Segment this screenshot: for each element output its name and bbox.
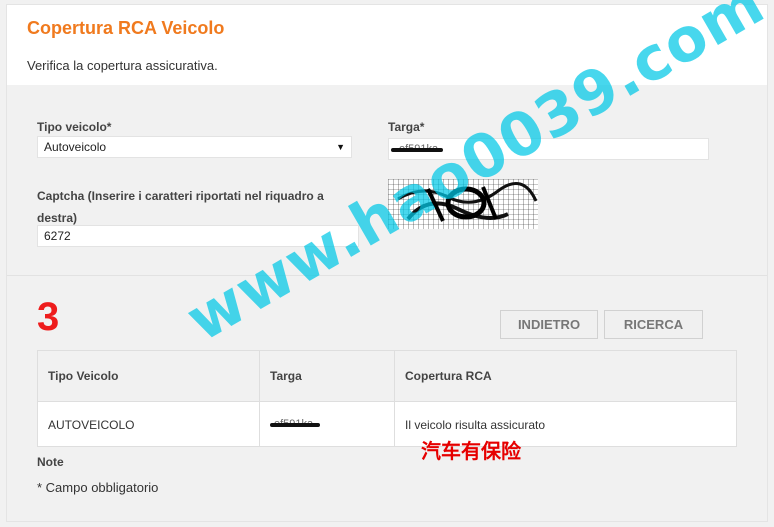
captcha-image — [388, 179, 538, 229]
cell-plate: ef591ka — [270, 418, 330, 432]
back-button[interactable]: INDIETRO — [500, 310, 598, 339]
plate-redaction-mark — [391, 148, 443, 152]
section-separator — [7, 275, 767, 276]
plate-label: Targa* — [388, 120, 425, 134]
captcha-input[interactable]: 6272 — [37, 225, 359, 247]
notes-title: Note — [37, 455, 64, 469]
column-header-vehicle-type: Tipo Veicolo — [48, 369, 119, 383]
cell-coverage: Il veicolo risulta assicurato — [405, 418, 546, 432]
insured-caption-annotation: 汽车有保险 — [421, 441, 521, 463]
search-button[interactable]: RICERCA — [604, 310, 703, 339]
captcha-value: 6272 — [44, 229, 71, 243]
table-header-row — [38, 351, 736, 401]
plate-redaction-mark — [270, 423, 320, 427]
chevron-down-icon: ▼ — [336, 142, 345, 152]
cell-vehicle-type: AUTOVEICOLO — [48, 418, 135, 432]
page-subtitle: Verifica la copertura assicurativa. — [27, 58, 218, 73]
plate-input[interactable]: ef591ka — [388, 138, 709, 160]
column-divider — [394, 351, 395, 446]
page-title: Copertura RCA Veicolo — [27, 18, 225, 38]
table-divider — [38, 401, 736, 402]
column-header-plate: Targa — [270, 369, 302, 383]
column-divider — [259, 351, 260, 446]
step-number-annotation: 3 — [37, 295, 60, 339]
captcha-label: Captcha (Inserire i caratteri riportati … — [37, 189, 324, 225]
vehicle-type-label: Tipo veicolo* — [37, 120, 112, 134]
page-header: Copertura RCA Veicolo Verifica la copert… — [7, 5, 767, 85]
notes-text: * Campo obbligatorio — [37, 480, 159, 495]
vehicle-type-value: Autoveicolo — [44, 140, 107, 154]
column-header-coverage: Copertura RCA — [405, 369, 492, 383]
vehicle-type-select[interactable]: Autoveicolo ▼ — [37, 136, 352, 158]
content-frame: Copertura RCA Veicolo Verifica la copert… — [6, 0, 774, 522]
results-table: Tipo Veicolo Targa Copertura RCA AUTOVEI… — [37, 350, 737, 447]
